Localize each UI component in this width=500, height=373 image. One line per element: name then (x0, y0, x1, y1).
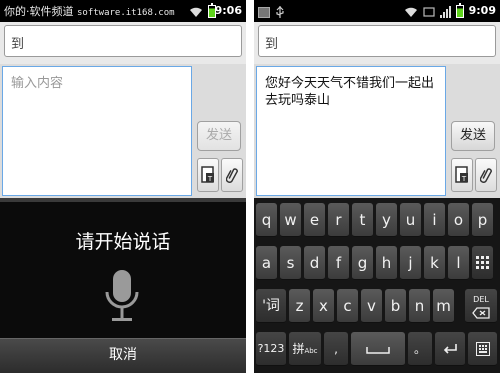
key-u[interactable]: u (400, 203, 421, 237)
key-word-mode[interactable]: '词 (256, 289, 286, 323)
usb-icon (276, 6, 284, 18)
key-c[interactable]: c (337, 289, 358, 323)
signal-icon (440, 6, 451, 18)
wifi-icon (405, 7, 417, 17)
key-p[interactable]: p (472, 203, 493, 237)
recipient-field[interactable]: 到 (258, 25, 496, 57)
grid-icon (475, 256, 489, 269)
phone-screen-voice-input: 你的·软件频道 software.it168.com 9:06 到 输入内容 发… (0, 0, 246, 373)
emoji-grid-key[interactable] (468, 332, 497, 366)
recipient-field[interactable]: 到 (4, 25, 242, 57)
backspace-icon (472, 307, 490, 319)
enter-key[interactable] (435, 332, 465, 366)
message-input[interactable]: 输入内容 (2, 66, 192, 196)
insert-template-button[interactable]: T (197, 158, 219, 192)
key-e[interactable]: e (304, 203, 325, 237)
space-key[interactable] (351, 332, 405, 366)
input-method-key[interactable]: 拼Abc (289, 332, 321, 366)
status-bar: 你的·软件频道 software.it168.com 9:06 (0, 0, 246, 22)
divider (0, 198, 246, 202)
status-time: 9:09 (468, 4, 496, 17)
key-l[interactable]: l (448, 246, 469, 280)
symbols-key[interactable]: ?123 (256, 332, 286, 366)
paperclip-icon (480, 168, 492, 183)
keyboard-settings-icon (475, 342, 490, 356)
battery-icon (456, 3, 464, 18)
key-s[interactable]: s (280, 246, 301, 280)
key-d[interactable]: d (304, 246, 325, 280)
key-k[interactable]: k (424, 246, 445, 280)
compose-area: 您好今天天气不错我们一起出去玩吗泰山 发送 T (254, 64, 500, 198)
key-f[interactable]: f (328, 246, 349, 280)
key-j[interactable]: j (400, 246, 421, 280)
phone-screen-keyboard-input: 9:09 到 您好今天天气不错我们一起出去玩吗泰山 发送 T q w e r t… (254, 0, 500, 373)
key-q[interactable]: q (256, 203, 277, 237)
key-m[interactable]: m (433, 289, 454, 323)
key-a[interactable]: a (256, 246, 277, 280)
watermark-text: 你的·软件频道 (4, 5, 74, 18)
key-b[interactable]: b (385, 289, 406, 323)
recipient-bar: 到 (254, 22, 500, 64)
status-notification: 你的·软件频道 software.it168.com (4, 3, 175, 19)
insert-template-button[interactable]: T (451, 158, 473, 192)
compose-area: 输入内容 发送 T (0, 64, 246, 198)
microphone-icon (105, 270, 139, 321)
send-button[interactable]: 发送 (197, 121, 241, 151)
wifi-icon (190, 7, 202, 17)
period-key[interactable]: 。 (408, 332, 432, 366)
recipient-bar: 到 (0, 22, 246, 64)
template-icon: T (455, 166, 468, 183)
key-r[interactable]: r (328, 203, 349, 237)
image-notification-icon (258, 7, 270, 18)
delete-key[interactable]: DEL (465, 289, 497, 323)
key-w[interactable]: w (280, 203, 301, 237)
key-v[interactable]: v (361, 289, 382, 323)
status-bar: 9:09 (254, 0, 500, 22)
network-icon (423, 7, 435, 17)
paperclip-icon (226, 168, 238, 183)
key-x[interactable]: x (313, 289, 334, 323)
input-method-label: 拼 (292, 342, 305, 356)
keyboard: q w e r t y u i o p a s d f g h j k l '词… (254, 198, 500, 373)
voice-prompt: 请开始说话 (75, 231, 171, 253)
template-icon: T (201, 166, 214, 183)
message-input[interactable]: 您好今天天气不错我们一起出去玩吗泰山 (256, 66, 446, 196)
key-y[interactable]: y (376, 203, 397, 237)
delete-key-label: DEL (473, 295, 489, 304)
attach-button[interactable] (475, 158, 497, 192)
key-i[interactable]: i (424, 203, 445, 237)
enter-icon (443, 344, 457, 354)
voice-input-panel: 请开始说话 取消 (0, 198, 246, 373)
key-o[interactable]: o (448, 203, 469, 237)
watermark-url: software.it168.com (77, 8, 175, 18)
key-n[interactable]: n (409, 289, 430, 323)
key-t[interactable]: t (352, 203, 373, 237)
key-g[interactable]: g (352, 246, 373, 280)
svg-text:T: T (461, 175, 467, 183)
key-z[interactable]: z (289, 289, 310, 323)
send-button[interactable]: 发送 (451, 121, 495, 151)
comma-key[interactable]: , (324, 332, 348, 366)
input-method-sub-label: Abc (304, 347, 318, 355)
keyboard-grid-button[interactable] (472, 246, 493, 280)
cancel-button[interactable]: 取消 (0, 338, 246, 373)
attach-button[interactable] (221, 158, 243, 192)
space-bar-icon (366, 347, 390, 354)
svg-text:T: T (207, 175, 213, 183)
status-time: 9:06 (214, 4, 242, 17)
key-h[interactable]: h (376, 246, 397, 280)
